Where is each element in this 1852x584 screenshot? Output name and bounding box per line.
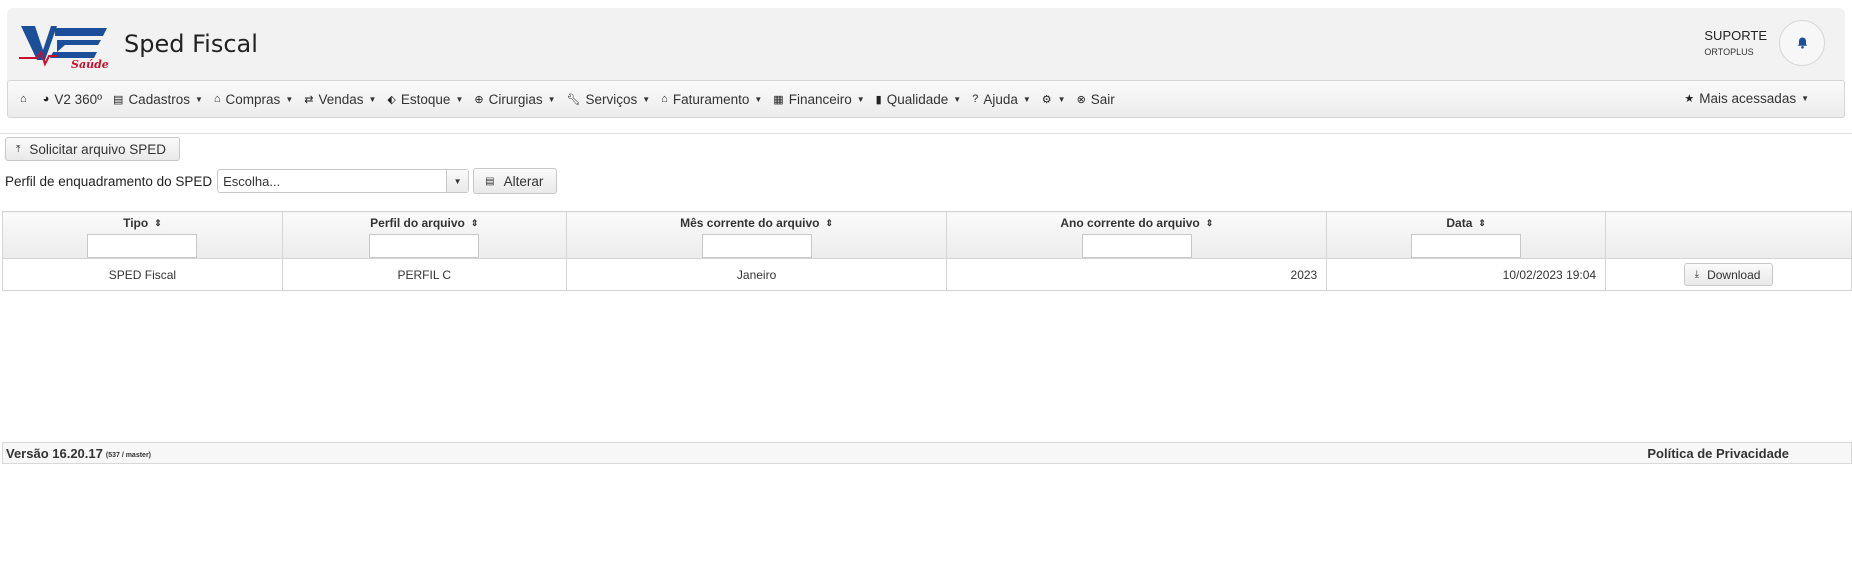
caret-down-icon: ▼	[547, 94, 556, 104]
page-title: Sped Fiscal	[124, 30, 258, 58]
nav-faturamento[interactable]: ⌂ Faturamento ▼	[661, 92, 762, 107]
nav-ajuda[interactable]: ? Ajuda ▼	[972, 92, 1031, 107]
filter-mes-input[interactable]	[701, 234, 812, 258]
sort-icon: ⇕	[154, 217, 162, 228]
nav-v2-360[interactable]: ◕ V2 360º	[43, 92, 102, 107]
tag-icon: ⬖	[387, 93, 396, 106]
user-company: ORTOPLUS	[1704, 47, 1754, 57]
nav-compras[interactable]: ⌂ Compras ▼	[214, 92, 293, 107]
nav-home[interactable]: ⌂	[20, 93, 32, 105]
column-header-mes[interactable]: Mês corrente do arquivo ⇕	[565, 211, 948, 259]
v2-saude-logo[interactable]: Saúde	[17, 18, 117, 71]
nav-settings[interactable]: ⚙ ▼	[1042, 93, 1066, 106]
cell-data: 10/02/2023 19:04	[1326, 258, 1607, 291]
caret-down-icon: ▼	[1801, 94, 1809, 103]
column-header-data[interactable]: Data ⇕	[1326, 211, 1607, 259]
caret-down-icon: ▼	[953, 94, 962, 104]
close-circle-icon: ⊗	[1076, 93, 1086, 106]
header: Saúde Sped Fiscal SUPORTE ORTOPLUS	[7, 8, 1845, 86]
svg-text:Saúde: Saúde	[71, 58, 109, 70]
sort-icon: ⇕	[470, 217, 479, 228]
caret-down-icon: ▼	[368, 94, 377, 104]
profile-select-value: Escolha...	[223, 173, 281, 189]
column-header-actions	[1605, 211, 1852, 259]
upload-icon: ⤒	[16, 143, 21, 155]
caret-down-icon: ▼	[856, 94, 865, 104]
build-text: (537 / master)	[105, 451, 151, 459]
nav-sair[interactable]: ⊗ Sair	[1077, 92, 1115, 107]
column-header-ano[interactable]: Ano corrente do arquivo ⇕	[946, 211, 1328, 259]
notifications-button[interactable]	[1779, 20, 1825, 66]
bank-icon: ⌂	[213, 93, 221, 105]
sped-files-table: Tipo ⇕ Perfil do arquivo ⇕ Mês corrente do…	[2, 211, 1852, 291]
user-name: SUPORTE	[1704, 28, 1767, 43]
pie-chart-icon: ◕	[42, 93, 50, 105]
filter-ano-input[interactable]	[1081, 234, 1192, 258]
request-sped-button[interactable]: ⤒ Solicitar arquivo SPED	[5, 137, 180, 161]
sort-icon: ⇕	[1478, 217, 1486, 228]
calculator-icon: ▦	[773, 93, 784, 106]
profile-form: Perfil de enquadramento do SPED Escolha.…	[5, 168, 558, 194]
wrench-icon: 🔧︎	[566, 93, 581, 106]
column-header-tipo[interactable]: Tipo ⇕	[2, 211, 283, 259]
transfer-icon: ⇄	[304, 93, 314, 106]
caret-down-icon: ▼	[194, 94, 203, 104]
footer: Versão 16.20.17 (537 / master) Política …	[2, 442, 1852, 464]
save-icon: ▤	[113, 93, 124, 106]
nav-financeiro[interactable]: ▦ Financeiro ▼	[773, 92, 864, 107]
change-button[interactable]: ▤ Alterar	[473, 168, 558, 194]
main-navbar: ⌂ ◕ V2 360º ▤ Cadastros ▼ ⌂ Compras ▼ ⇄ …	[7, 80, 1845, 118]
bank-icon: ⌂	[661, 93, 668, 105]
save-icon: ▤	[485, 175, 495, 187]
filter-data-input[interactable]	[1411, 234, 1522, 258]
download-icon: ⤓	[1694, 269, 1700, 280]
profile-label: Perfil de enquadramento do SPED	[5, 173, 213, 189]
table-row: SPED Fiscal PERFIL C Janeiro 2023 10/02/…	[2, 258, 1852, 291]
caret-down-icon: ▼	[455, 94, 464, 104]
toolbar	[0, 133, 1852, 161]
caret-down-icon[interactable]: ▼	[446, 170, 469, 192]
user-info[interactable]: SUPORTE ORTOPLUS	[1704, 28, 1767, 57]
book-icon: ▮	[875, 93, 882, 106]
cell-tipo: SPED Fiscal	[2, 258, 283, 291]
cell-ano: 2023	[946, 258, 1328, 291]
question-icon: ?	[972, 93, 979, 105]
filter-tipo-input[interactable]	[87, 234, 198, 258]
filter-perfil-input[interactable]	[369, 234, 480, 258]
version-text: Versão 16.20.17	[6, 445, 103, 461]
column-header-perfil[interactable]: Perfil do arquivo ⇕	[281, 211, 567, 259]
caret-down-icon: ▼	[1057, 94, 1066, 104]
caret-down-icon: ▼	[754, 94, 763, 104]
nav-cirurgias[interactable]: ⊕ Cirurgias ▼	[474, 92, 555, 107]
bell-icon	[1797, 37, 1807, 49]
profile-select[interactable]: Escolha... ▼	[217, 169, 470, 193]
download-button[interactable]: ⤓ Download	[1683, 263, 1774, 286]
nav-vendas[interactable]: ⇄ Vendas ▼	[304, 92, 376, 107]
cell-perfil: PERFIL C	[281, 258, 567, 291]
gear-icon: ⚙	[1041, 93, 1052, 106]
sort-icon: ⇕	[1205, 217, 1214, 228]
plus-circle-icon: ⊕	[474, 93, 484, 106]
sort-icon: ⇕	[825, 217, 834, 228]
table-header-row: Tipo ⇕ Perfil do arquivo ⇕ Mês corrente do…	[2, 211, 1852, 259]
home-icon: ⌂	[20, 93, 27, 105]
nav-servicos[interactable]: 🔧︎ Serviços ▼	[567, 92, 651, 107]
nav-estoque[interactable]: ⬖ Estoque ▼	[387, 92, 463, 107]
caret-down-icon: ▼	[285, 94, 294, 104]
caret-down-icon: ▼	[642, 94, 651, 104]
nav-qualidade[interactable]: ▮ Qualidade ▼	[876, 92, 962, 107]
cell-actions: ⤓ Download	[1605, 258, 1852, 291]
privacy-link[interactable]: Política de Privacidade	[1647, 446, 1789, 461]
nav-most-accessed[interactable]: ★ Mais acessadas ▼	[1684, 91, 1809, 106]
nav-cadastros[interactable]: ▤ Cadastros ▼	[113, 92, 203, 107]
cell-mes: Janeiro	[565, 258, 948, 291]
star-icon: ★	[1684, 93, 1695, 105]
caret-down-icon: ▼	[1022, 94, 1031, 104]
